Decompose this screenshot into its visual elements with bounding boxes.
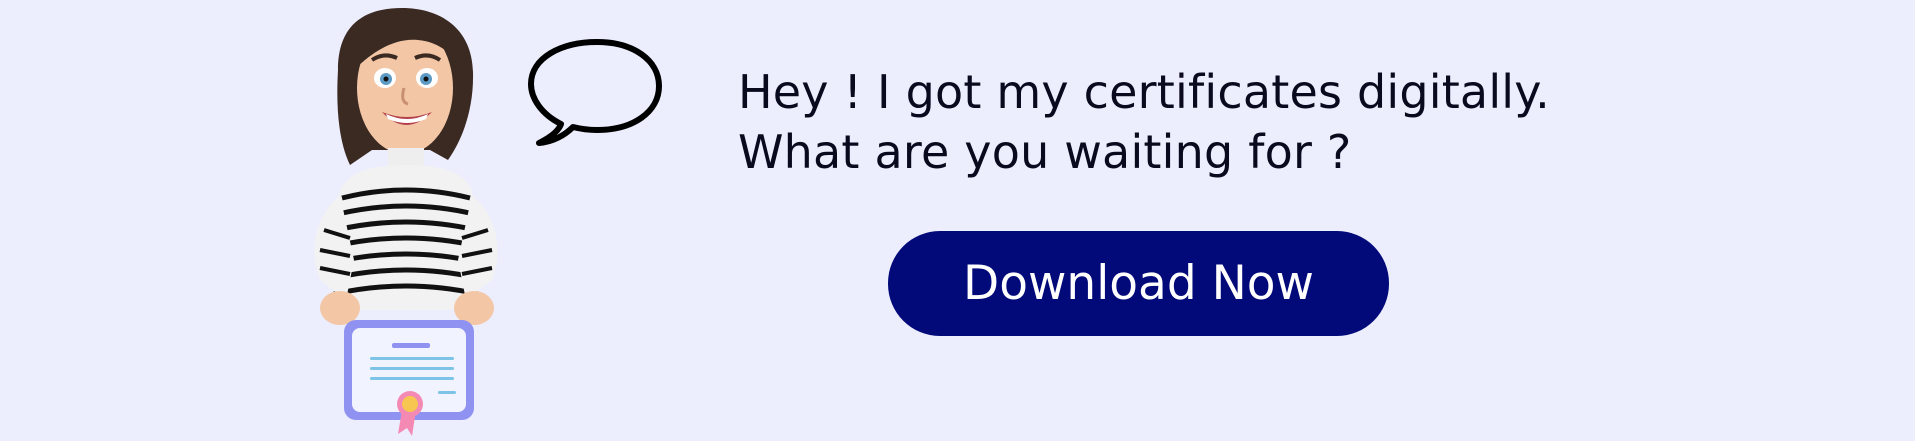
promo-banner: Hey ! I got my certificates digitally. W…: [0, 0, 1915, 441]
headline-line-1: Hey ! I got my certificates digitally.: [738, 65, 1550, 119]
speech-bubble-icon: [528, 39, 662, 146]
right-hand: [454, 291, 494, 325]
certificate-icon: [344, 320, 474, 436]
download-now-button[interactable]: Download Now: [888, 231, 1389, 336]
woman-holding-certificate-illustration: [314, 8, 498, 436]
headline: Hey ! I got my certificates digitally. W…: [738, 62, 1638, 182]
headline-line-2: What are you waiting for ?: [738, 125, 1352, 179]
left-hand: [320, 291, 360, 325]
